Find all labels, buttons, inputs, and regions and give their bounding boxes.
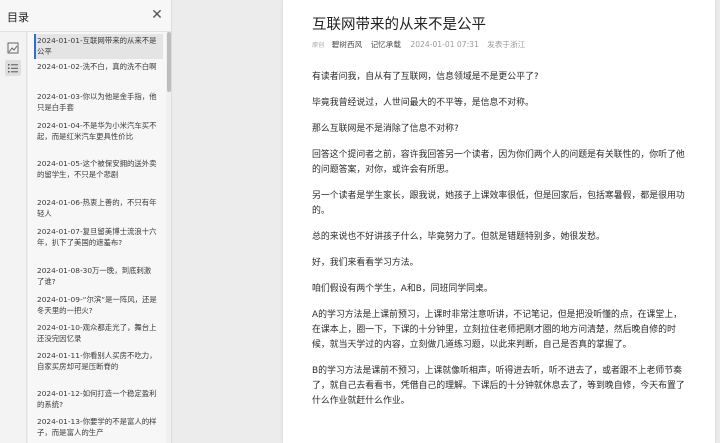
article-meta: 原创 碧树西风 记忆承载 2024-01-01 07:31 发表于浙江 — [312, 40, 525, 51]
toc-item[interactable]: 2024-01-04-不是华为小米汽车买不起，而是红米汽车更具性价比 — [37, 120, 157, 143]
toc-selection-marker — [34, 34, 36, 59]
toc-item[interactable]: 2024-01-08-30万一晚，到底刺激了谁? — [37, 265, 157, 288]
toc-item[interactable]: 2024-01-01-互联网带来的从来不是公平 — [37, 35, 157, 58]
image-icon[interactable] — [5, 40, 21, 56]
article-title: 互联网带来的从来不是公平 — [312, 17, 486, 33]
paragraph: 那么互联网是不是消除了信息不对称? — [312, 124, 459, 134]
paragraph: A的学习方法是上课前预习，上课时非常注意听讲，不记笔记，但是把没听懂的点，在课堂… — [312, 310, 682, 350]
toc-list: 2024-01-01-互联网带来的从来不是公平 2024-01-02-洗不白，真… — [28, 32, 166, 443]
article-body: 有读者问我，自从有了互联网，信息领域是不是更公平了? 毕竟我曾经说过，人世间最大… — [312, 70, 688, 420]
paragraph: 有读者问我，自从有了互联网，信息领域是不是更公平了? — [312, 72, 539, 82]
toc-title: 目录 — [7, 11, 29, 24]
paragraph: 总的来说也不好讲孩子什么，毕竟努力了。但就是错题特别多，她很发愁。 — [312, 232, 605, 242]
paragraph: 另一个读者是学生家长，跟我说，她孩子上课效率很低，但是回家后，包括寒暑假，都是很… — [312, 191, 685, 216]
account-name[interactable]: 记忆承载 — [371, 40, 401, 49]
toc-scrollbar[interactable] — [166, 32, 172, 443]
list-icon[interactable] — [5, 60, 21, 76]
toc-item[interactable]: 2024-01-12-如何打造一个稳定盈利的系统? — [37, 388, 157, 411]
toc-item[interactable]: 2024-01-03-你以为他是金手指，他只是白手套 — [37, 91, 157, 114]
paragraph: 咱们假设有两个学生，A和B，同班同学同桌。 — [312, 284, 493, 294]
original-tag: 原创 — [312, 42, 325, 49]
publish-datetime: 2024-01-01 07:31 — [410, 40, 479, 49]
paragraph: 回答这个提问者之前，容许我回答另一个读者，因为你们两个人的问题是有关联性的，你听… — [312, 150, 685, 175]
toc-item[interactable]: 2024-01-06-热衷上善的，不只有年轻人 — [37, 197, 157, 220]
toc-item[interactable]: 2024-01-13-你要学的不是富人的样子，而是富人的生产 — [37, 416, 157, 439]
paragraph: B的学习方法是课前不预习，上课就像听相声，听得进去听，听不进去了，或者跟不上老师… — [312, 366, 685, 406]
toc-item[interactable]: 2024-01-10-观众都走光了，舞台上还没完因忆录 — [37, 322, 157, 345]
paragraph: 好，我们来看看学习方法。 — [312, 258, 419, 268]
toc-item[interactable]: 2024-01-02-洗不白，真的洗不白啊 — [37, 61, 157, 72]
article-author[interactable]: 碧树西风 — [332, 40, 362, 49]
publish-location: 发表于浙江 — [487, 40, 526, 49]
toc-scrollbar-thumb[interactable] — [167, 32, 171, 92]
toc-item[interactable]: 2024-01-11-你看别人买房不吃力，自家买房却可是压断脊的 — [37, 350, 157, 373]
toc-item[interactable]: 2024-01-07-复旦留美博士流浪十六年，扒下了美国的遮羞布? — [37, 226, 157, 249]
toc-item[interactable]: 2024-01-05-这个被保安拥的送外卖的留学生，不只是个悲剧 — [37, 158, 157, 181]
close-icon[interactable]: ✕ — [150, 7, 164, 23]
toc-item[interactable]: 2024-01-09-“尔滨”是一阵风，还是冬天里的一把火? — [37, 294, 157, 317]
document-page: 互联网带来的从来不是公平 原创 碧树西风 记忆承载 2024-01-01 07:… — [283, 0, 715, 443]
toc-header: 目录 ✕ — [0, 0, 172, 32]
paragraph: 毕竟我曾经说过，人世间最大的不平等，是信息不对称。 — [312, 98, 534, 108]
sidebar-rail — [0, 32, 27, 443]
